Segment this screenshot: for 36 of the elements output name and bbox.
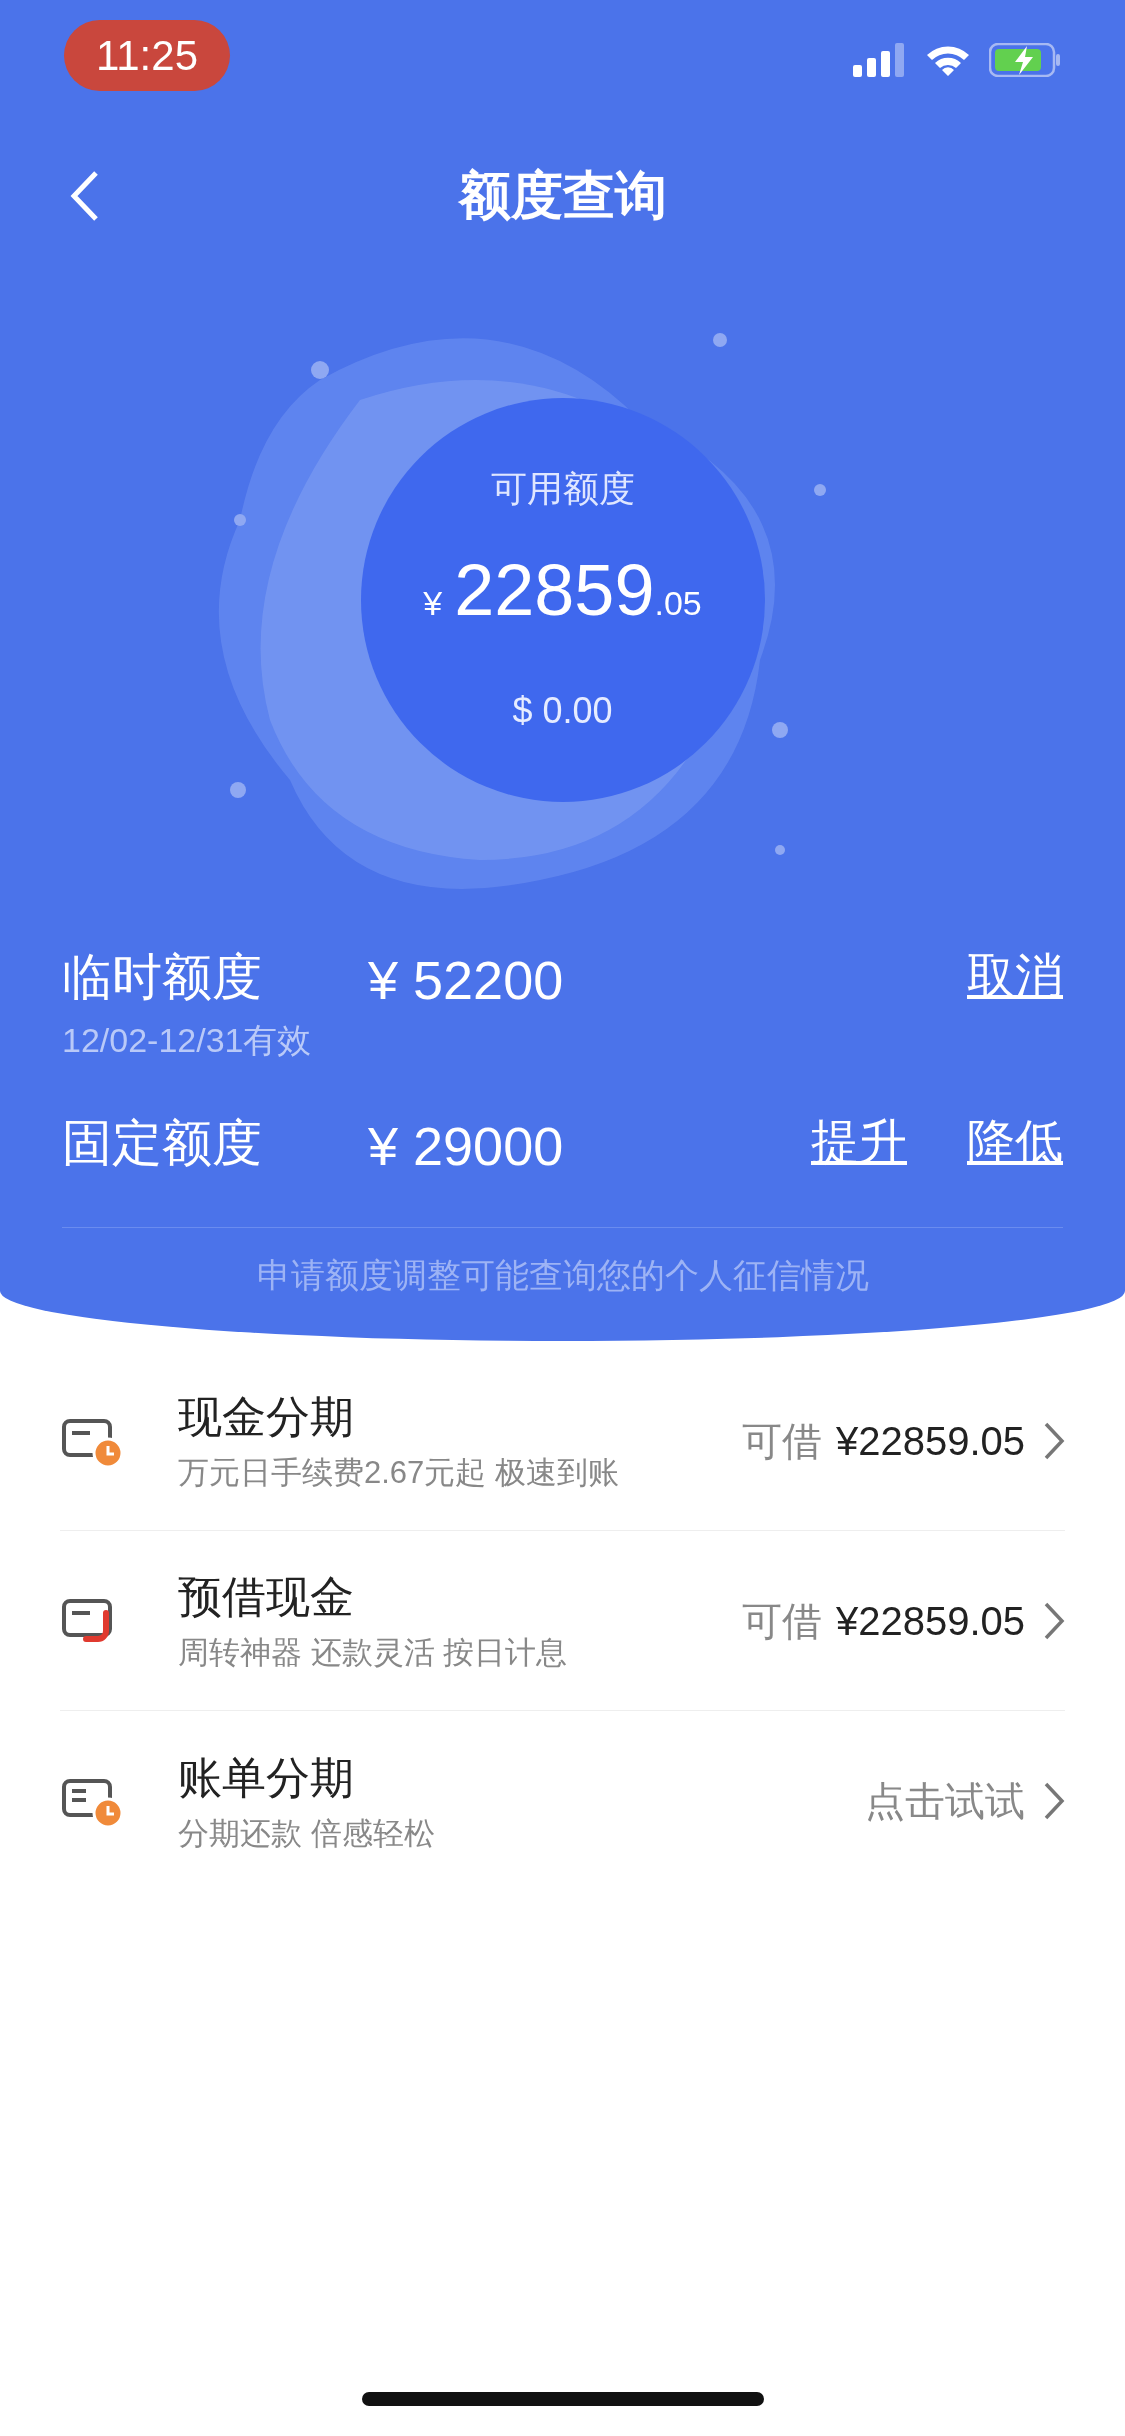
quota-action-link[interactable]: 降低 [967, 1106, 1063, 1178]
product-subtitle: 分期还款 倍感轻松 [178, 1814, 436, 1853]
quota-validity: 12/02-12/31有效 [62, 1020, 313, 1061]
amount-decimal: .05 [654, 583, 702, 624]
chevron-icon [1043, 1600, 1065, 1641]
product-row[interactable]: 现金分期 万元日手续费2.67元起 极速到账 可借 ¥22859.05 [60, 1351, 1065, 1531]
credit-notice: 申请额度调整可能查询您的个人征信情况 [256, 1255, 869, 1296]
product-title: 账单分期 [178, 1751, 355, 1804]
product-title: 现金分期 [178, 1391, 355, 1444]
quota-action-link[interactable]: 提升 [811, 1106, 907, 1178]
page-title: 额度查询 [458, 165, 667, 226]
status-time: 11:25 [64, 19, 230, 91]
secondary-amount: $ 0.00 [512, 689, 613, 733]
product-subtitle: 万元日手续费2.67元起 极速到账 [178, 1454, 620, 1493]
quota-amount: ¥ 29000 [368, 1115, 565, 1178]
available-label: 可用额度 [490, 467, 635, 511]
signal-icon [853, 43, 907, 77]
quota-action-link[interactable]: 取消 [967, 940, 1063, 1012]
borrow-label: 可借 [741, 1597, 822, 1645]
quota-label: 临时额度 [62, 948, 263, 1007]
battery-icon [989, 43, 1061, 77]
product-row[interactable]: 账单分期 分期还款 倍感轻松 点击试试 [60, 1711, 1065, 1891]
product-value: ¥22859.05 [835, 1417, 1025, 1465]
borrow-label: 可借 [741, 1417, 822, 1465]
product-value: ¥22859.05 [835, 1597, 1025, 1645]
quota-amount: ¥ 52200 [368, 949, 565, 1012]
product-row[interactable]: 预借现金 周转神器 还款灵活 按日计息 可借 ¥22859.05 [60, 1531, 1065, 1711]
quota-label: 固定额度 [62, 1114, 263, 1173]
wifi-icon [925, 43, 971, 77]
chevron-icon [1043, 1420, 1065, 1461]
chevron-icon [1043, 1781, 1065, 1821]
product-value: 点击试试 [865, 1778, 1025, 1825]
currency-symbol: ¥ [423, 583, 443, 624]
product-subtitle: 周转神器 还款灵活 按日计息 [178, 1634, 569, 1673]
available-amount: 22859 [454, 549, 655, 632]
product-title: 预借现金 [178, 1571, 355, 1624]
